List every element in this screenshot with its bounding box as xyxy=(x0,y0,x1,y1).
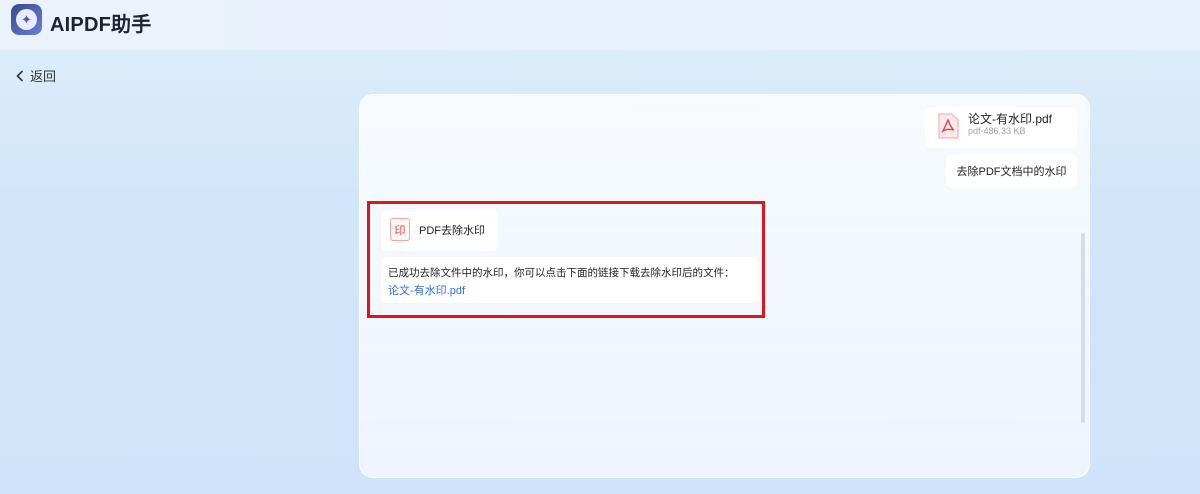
user-message: 去除PDF文档中的水印 xyxy=(946,154,1077,188)
highlight-box: 印 PDF去除水印 已成功去除文件中的水印，你可以点击下面的链接下载去除水印后的… xyxy=(367,201,765,318)
chat-panel: 论文-有水印.pdf pdf-486.33 KB 去除PDF文档中的水印 印 P… xyxy=(359,94,1090,478)
tool-card[interactable]: 印 PDF去除水印 xyxy=(381,210,498,251)
file-name: 论文-有水印.pdf xyxy=(968,112,1053,126)
reply-text: 已成功去除文件中的水印，你可以点击下面的链接下载去除水印后的文件： xyxy=(388,267,735,279)
sparkle-icon: ✦ xyxy=(16,9,37,30)
app-logo[interactable]: ✦ xyxy=(11,4,42,35)
watermark-remove-icon: 印 xyxy=(390,218,410,241)
uploaded-file-card[interactable]: 论文-有水印.pdf pdf-486.33 KB xyxy=(925,107,1077,148)
scrollbar[interactable] xyxy=(1081,233,1085,423)
back-button[interactable]: 返回 xyxy=(16,66,56,85)
file-size: pdf-486.33 KB xyxy=(968,126,1026,136)
assistant-reply: 已成功去除文件中的水印，你可以点击下面的链接下载去除水印后的文件： 论文-有水印… xyxy=(381,257,758,303)
chevron-left-icon xyxy=(16,69,24,82)
pdf-file-icon xyxy=(937,113,959,139)
app-title: AIPDF助手 xyxy=(50,14,152,36)
top-bar: ✦ AIPDF助手 xyxy=(0,0,1200,50)
download-link[interactable]: 论文-有水印.pdf xyxy=(388,282,465,298)
tool-label: PDF去除水印 xyxy=(419,225,485,237)
back-label: 返回 xyxy=(30,69,57,84)
